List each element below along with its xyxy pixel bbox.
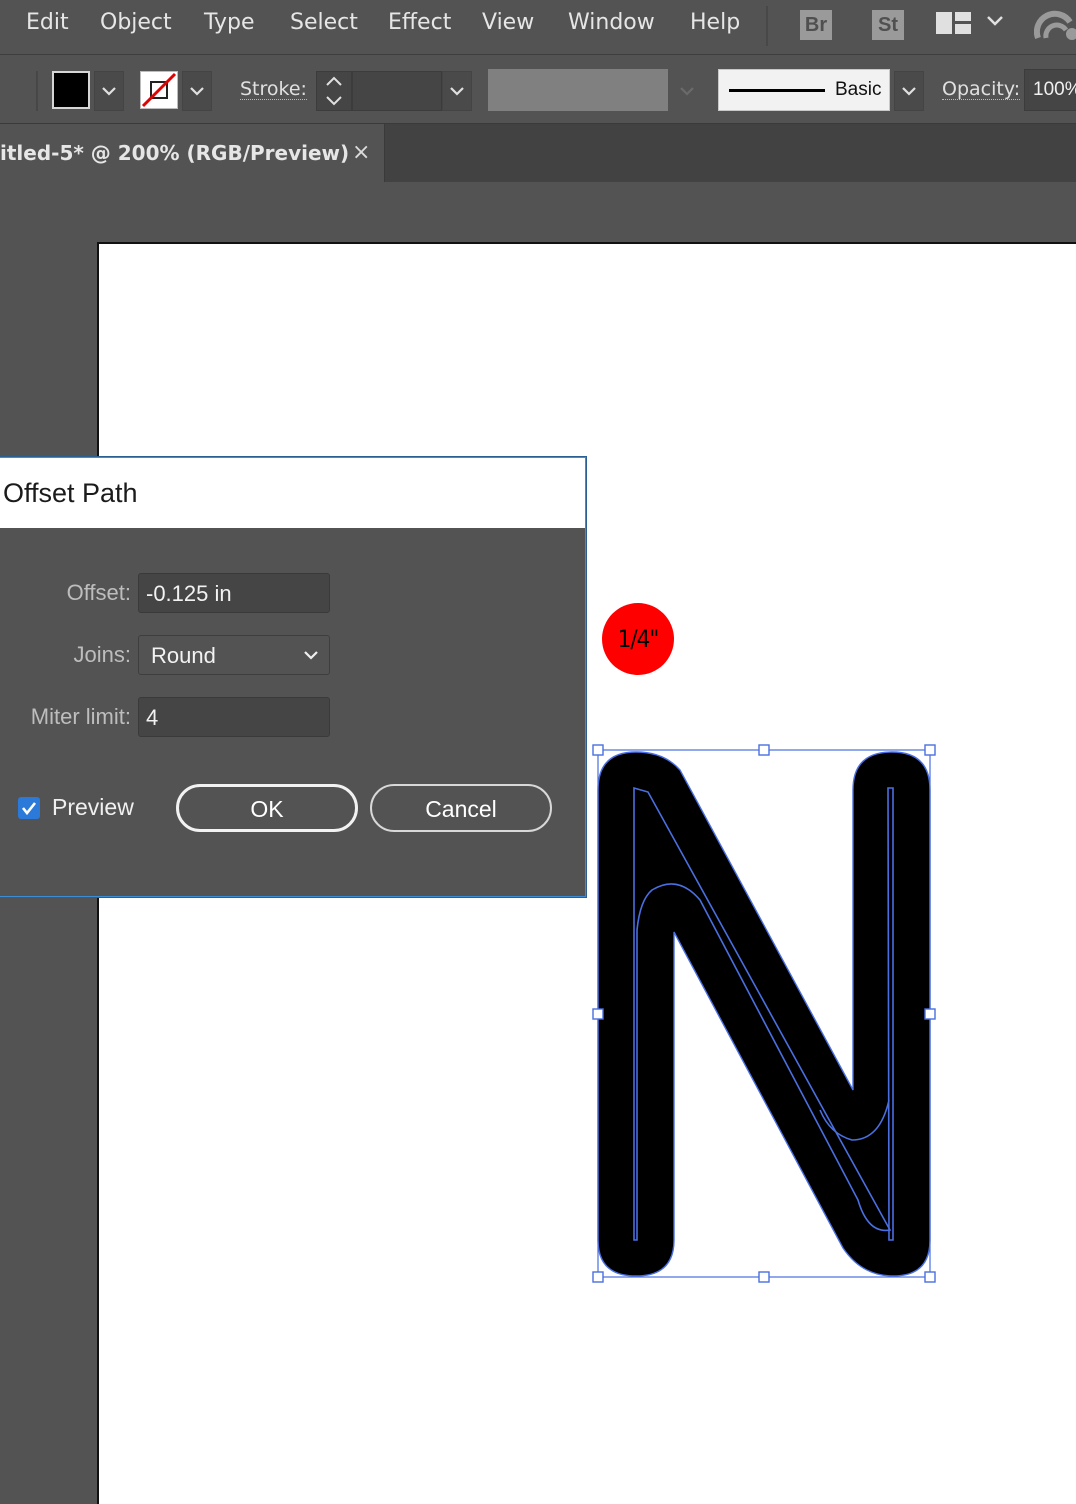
- ok-button[interactable]: OK: [176, 784, 358, 832]
- stroke-weight-dropdown-button[interactable]: [442, 71, 472, 111]
- preview-checkbox[interactable]: [18, 797, 40, 819]
- opacity-label[interactable]: Opacity:: [942, 79, 1021, 100]
- handle-top-middle[interactable]: [758, 744, 770, 756]
- menu-bar: Edit Object Type Select Effect View Wind…: [0, 0, 1076, 55]
- workspace-chevron-down-icon[interactable]: [986, 14, 1004, 28]
- joins-selected-value: Round: [151, 643, 216, 668]
- no-stroke-icon: [141, 72, 177, 108]
- stroke-dropdown-button[interactable]: [182, 71, 212, 111]
- document-tab-bar: itled-5* @ 200% (RGB/Preview) ×: [0, 124, 1076, 182]
- document-tab-title: itled-5* @ 200% (RGB/Preview): [0, 141, 350, 165]
- menu-object[interactable]: Object: [100, 10, 172, 35]
- stock-app-button[interactable]: St: [872, 10, 904, 40]
- chevron-down-icon: [190, 87, 204, 96]
- stroke-label[interactable]: Stroke:: [240, 79, 307, 100]
- stroke-color-swatch[interactable]: [140, 71, 178, 109]
- stepper-arrows-icon: [326, 76, 342, 106]
- menu-view[interactable]: View: [482, 10, 534, 35]
- menu-select[interactable]: Select: [290, 10, 358, 35]
- cloud-sync-icon[interactable]: [1034, 8, 1076, 44]
- miter-limit-label: Miter limit:: [30, 704, 131, 729]
- menu-help[interactable]: Help: [690, 10, 740, 35]
- menu-edit[interactable]: Edit: [26, 10, 69, 35]
- close-tab-icon[interactable]: ×: [352, 140, 370, 165]
- menu-window[interactable]: Window: [568, 10, 655, 35]
- stroke-weight-stepper[interactable]: [316, 71, 352, 111]
- menu-separator: [766, 6, 768, 46]
- quarter-inch-badge: 1/4": [602, 603, 674, 675]
- brush-name: Basic: [835, 79, 882, 100]
- stroke-weight-input[interactable]: [352, 71, 442, 111]
- offset-path-dialog: Offset Path Offset: -0.125 in Joins: Rou…: [0, 457, 586, 897]
- dialog-title: Offset Path: [3, 478, 138, 508]
- handle-bottom-left[interactable]: [592, 1271, 604, 1283]
- miter-limit-input[interactable]: 4: [138, 697, 330, 737]
- fill-color-swatch[interactable]: [52, 71, 90, 109]
- opacity-input[interactable]: 100%: [1024, 69, 1076, 111]
- letter-n-artwork[interactable]: [588, 740, 944, 1290]
- fill-dropdown-button[interactable]: [94, 71, 124, 111]
- brush-dropdown-button[interactable]: [894, 71, 924, 111]
- bridge-app-button[interactable]: Br: [800, 10, 832, 40]
- checkmark-icon: [21, 802, 37, 816]
- handle-top-left[interactable]: [592, 744, 604, 756]
- chevron-down-icon: [102, 87, 116, 96]
- preview-label[interactable]: Preview: [52, 794, 134, 821]
- cancel-button[interactable]: Cancel: [370, 784, 552, 832]
- menu-type[interactable]: Type: [204, 10, 255, 35]
- handle-middle-right[interactable]: [924, 1008, 936, 1020]
- handle-top-right[interactable]: [924, 744, 936, 756]
- offset-label: Offset:: [66, 580, 131, 605]
- handle-middle-left[interactable]: [592, 1008, 604, 1020]
- handle-bottom-middle[interactable]: [758, 1271, 770, 1283]
- chevron-down-icon: [902, 87, 916, 96]
- offset-input[interactable]: -0.125 in: [138, 573, 330, 613]
- joins-select[interactable]: Round: [138, 635, 330, 675]
- handle-bottom-right[interactable]: [924, 1271, 936, 1283]
- workspace-layout-icon[interactable]: [936, 12, 972, 38]
- chevron-down-icon: [680, 87, 694, 96]
- letter-n-outer-path[interactable]: [598, 752, 930, 1276]
- brush-preview-line: [729, 89, 825, 92]
- profile-dropdown-button[interactable]: [672, 71, 702, 111]
- chevron-down-icon: [450, 87, 464, 96]
- control-bar: Stroke: Basic Opacity: 100%: [0, 55, 1076, 124]
- variable-width-profile-field[interactable]: [488, 69, 668, 111]
- menu-effect[interactable]: Effect: [388, 10, 451, 35]
- joins-label: Joins:: [73, 642, 131, 667]
- document-tab[interactable]: itled-5* @ 200% (RGB/Preview) ×: [0, 124, 385, 182]
- brush-definition-field[interactable]: Basic: [718, 69, 890, 111]
- chevron-down-icon: [304, 651, 318, 660]
- dialog-title-bar[interactable]: Offset Path: [0, 458, 585, 528]
- panel-grip[interactable]: [36, 71, 38, 111]
